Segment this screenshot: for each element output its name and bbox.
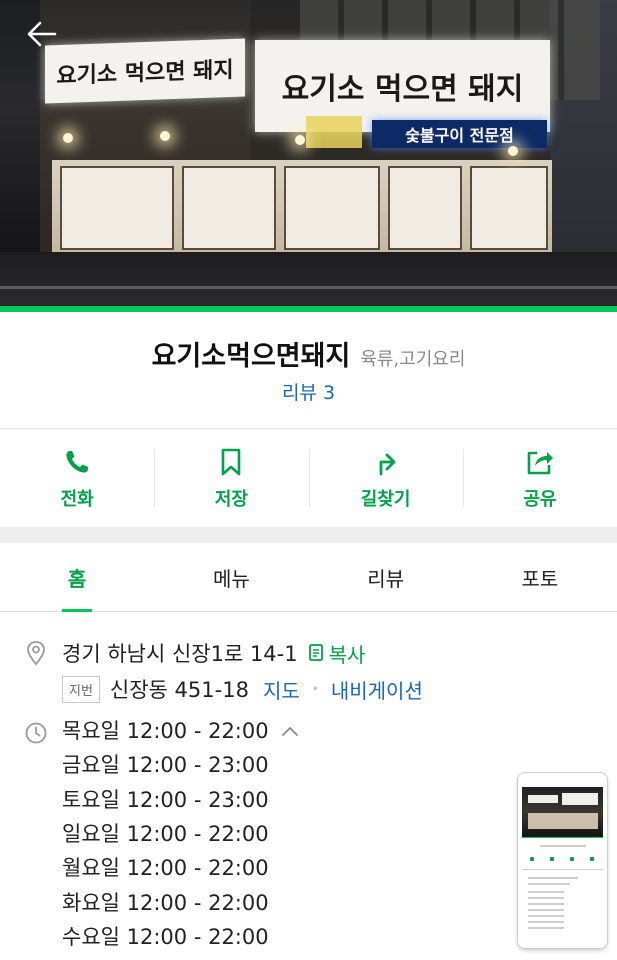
- share-button[interactable]: 공유: [462, 429, 617, 527]
- preview-sign: [562, 793, 598, 805]
- tab-review[interactable]: 리뷰: [309, 543, 463, 611]
- directions-button[interactable]: 길찾기: [308, 429, 463, 527]
- save-label: 저장: [214, 489, 248, 510]
- store-banner: [306, 116, 362, 148]
- light: [295, 135, 305, 145]
- curb: [0, 286, 617, 289]
- preview-text-line: [528, 915, 564, 917]
- navigation-link[interactable]: 내비게이션: [331, 675, 423, 704]
- hours-row[interactable]: 목요일 12:00 - 22:00: [62, 714, 299, 748]
- preview-text-line: [528, 897, 564, 899]
- copy-address-button[interactable]: 복사: [308, 639, 366, 668]
- hours-row: 금요일 12:00 - 23:00: [62, 753, 269, 778]
- title-row: 요기소먹으면돼지 육류,고기요리: [0, 334, 617, 373]
- storefront-window: [182, 166, 276, 250]
- preview-text-line: [528, 903, 564, 905]
- preview-icon: [550, 857, 554, 861]
- link-separator: •: [311, 682, 319, 696]
- store-sign-blue: 숯불구이 전문점: [372, 120, 547, 148]
- tab-bar: 홈 메뉴 리뷰 포토: [0, 543, 617, 612]
- preview-text-line: [528, 891, 564, 893]
- light: [63, 133, 73, 143]
- hours-row: 수요일 12:00 - 22:00: [62, 924, 269, 949]
- lot-badge: 지번: [62, 675, 100, 703]
- hours-row: 월요일 12:00 - 22:00: [62, 856, 269, 881]
- storefront: [52, 160, 552, 252]
- address-row: 경기 하남시 신장1로 14-1 복사: [24, 638, 365, 668]
- directions-label: 길찾기: [360, 489, 411, 510]
- preview-text-line: [528, 877, 578, 879]
- call-button[interactable]: 전화: [0, 429, 154, 527]
- preview-storefront: [528, 813, 598, 829]
- clock-icon: [25, 722, 47, 744]
- place-category: 육류,고기요리: [360, 349, 466, 370]
- store-sign-left: 요기소 먹으면 돼지: [45, 38, 245, 104]
- storefront-window: [470, 166, 548, 250]
- copy-icon: [308, 644, 323, 661]
- preview-text-line: [528, 921, 564, 923]
- call-label: 전화: [60, 489, 94, 510]
- hours-row: 일요일 12:00 - 22:00: [62, 822, 269, 847]
- preview-icon: [530, 857, 534, 861]
- preview-icon: [570, 857, 574, 861]
- hours-row: 화요일 12:00 - 22:00: [62, 890, 269, 915]
- map-link[interactable]: 지도: [263, 675, 300, 704]
- review-count-link[interactable]: 리뷰 3: [0, 378, 617, 405]
- preview-text-line: [540, 845, 586, 847]
- place-name: 요기소먹으면돼지: [151, 341, 351, 372]
- storefront-window: [284, 166, 380, 250]
- share-label: 공유: [523, 489, 557, 510]
- tab-photo[interactable]: 포토: [463, 543, 617, 611]
- light: [508, 146, 518, 156]
- place-photo[interactable]: 요기소 먹으면 돼지 요기소 먹으면 돼지 숯불구이 전문점: [0, 0, 617, 306]
- tab-menu[interactable]: 메뉴: [154, 543, 308, 611]
- action-bar: 전화 저장 길찾기 공유: [0, 429, 617, 527]
- tab-home[interactable]: 홈: [0, 543, 154, 612]
- light: [160, 131, 170, 141]
- lot-address-row: 지번 신장동 451-18 지도 • 내비게이션: [62, 674, 423, 704]
- preview-text-line: [528, 909, 564, 911]
- section-gap: [0, 527, 617, 543]
- preview-sign: [528, 795, 558, 803]
- bookmark-icon: [222, 448, 241, 476]
- preview-text-line: [528, 927, 564, 929]
- place-header: 요기소먹으면돼지 육류,고기요리 리뷰 3: [0, 312, 617, 428]
- street: [0, 252, 617, 306]
- road-address: 경기 하남시 신장1로 14-1: [62, 642, 298, 666]
- store-sign-right: 요기소 먹으면 돼지: [255, 40, 550, 132]
- screen-preview-thumbnail[interactable]: [518, 773, 607, 948]
- preview-icon: [590, 857, 594, 861]
- location-pin-icon: [27, 641, 45, 666]
- storefront-window: [60, 166, 174, 250]
- directions-icon: [379, 453, 396, 476]
- preview-divider: [522, 869, 603, 870]
- copy-label: 복사: [328, 642, 366, 667]
- preview-accent: [522, 837, 603, 838]
- hours-list: 목요일 12:00 - 22:00 금요일 12:00 - 23:00 토요일 …: [62, 714, 299, 954]
- chevron-up-icon[interactable]: [281, 725, 299, 737]
- share-icon: [527, 451, 553, 475]
- back-arrow-icon: [27, 21, 57, 47]
- storefront-window: [388, 166, 462, 250]
- phone-icon: [66, 451, 89, 473]
- hours-today: 목요일 12:00 - 22:00: [62, 719, 269, 744]
- lot-address: 신장동 451-18: [109, 678, 249, 702]
- preview-text-line: [528, 883, 570, 885]
- hours-row: 토요일 12:00 - 23:00: [62, 787, 269, 812]
- back-button[interactable]: [22, 14, 62, 54]
- save-button[interactable]: 저장: [154, 429, 308, 527]
